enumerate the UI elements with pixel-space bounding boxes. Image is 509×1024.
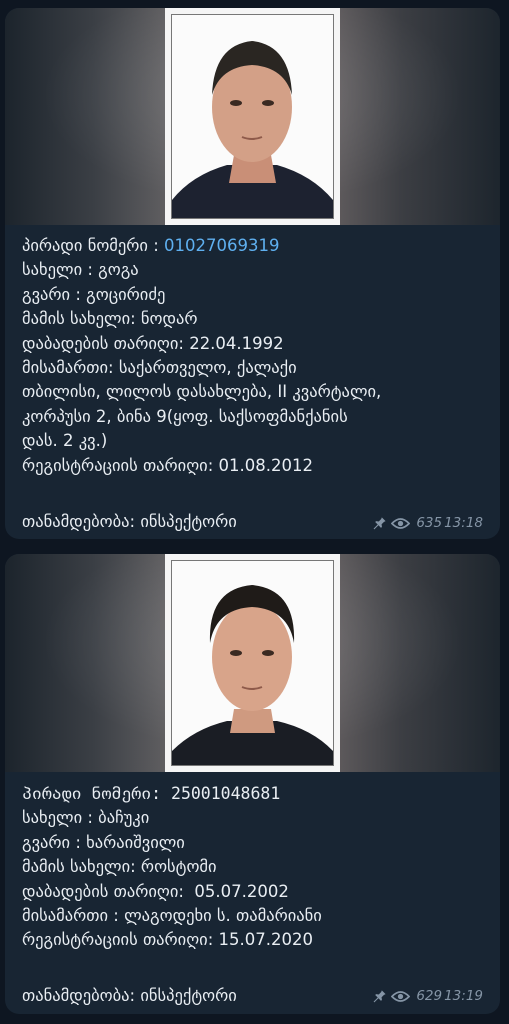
message-caption: პირადი ნომერი : 01027069319 სახელი : გოგ… [22,234,486,478]
eye-icon [391,990,411,1003]
personal-number-line: პირადი ნომერი: 25001048681 [22,784,281,803]
portrait-photo [172,561,333,765]
surname-line: გვარი : ხარაიშვილი [22,832,185,852]
pin-icon [372,989,387,1004]
address-line: მისამართი: საქართველო, ქალაქი [22,358,297,378]
id-photo-frame [171,560,334,766]
message-photo[interactable] [5,554,500,772]
personal-number-line: პირადი ნომერი : 01027069319 [22,234,486,258]
position-line: თანამდებობა: ინსპექტორი [22,512,237,531]
registration-date-line: რეგისტრაციის თარიღი: 01.08.2012 [22,455,313,475]
message-caption: პირადი ნომერი: 25001048681 სახელი : ბაჩუ… [22,782,486,953]
surname-line: გვარი : გოცირიძე [22,284,166,304]
name-line: სახელი : ბაჩუკი [22,808,150,828]
id-photo[interactable] [165,8,340,225]
father-name-line: მამის სახელი: ნოდარ [22,309,198,329]
pin-icon [372,516,387,531]
message-bubble[interactable]: პირადი ნომერი : 01027069319 სახელი : გოგ… [5,8,500,539]
birth-date-line: დაბადების თარიღი: 22.04.1992 [22,333,284,353]
channel-feed: პირადი ნომერი : 01027069319 სახელი : გოგ… [0,0,509,1024]
father-name-line: მამის სახელი: როსტომი [22,857,217,877]
message-time: 13:19 [444,988,483,1004]
address-line: კორპუსი 2, ბინა 9(ყოფ. საქსოფმანქანის [22,406,348,426]
address-line: მისამართი : ლაგოდეხი ს. თამარიანი [22,906,322,926]
message-time: 13:18 [444,515,483,531]
message-bubble[interactable]: პირადი ნომერი: 25001048681 სახელი : ბაჩუ… [5,554,500,1014]
eye-icon [391,517,411,530]
message-photo[interactable] [5,8,500,225]
message-meta: 635 13:18 [372,515,483,531]
address-line: თბილისი, ლილოს დასახლება, II კვარტალი, [22,382,382,402]
personal-number-label: პირადი ნომერი : [22,236,165,255]
portrait-photo [172,15,333,218]
birth-date-line: დაბადების თარიღი: 05.07.2002 [22,881,289,901]
id-photo[interactable] [165,554,340,772]
personal-number-link[interactable]: 01027069319 [164,236,279,255]
address-line: დას. 2 კვ.) [22,431,108,451]
position-line: თანამდებობა: ინსპექტორი [22,986,237,1005]
name-line: სახელი : გოგა [22,260,139,280]
message-meta: 629 13:19 [372,988,483,1004]
id-photo-frame [171,14,334,219]
view-count: 635 [416,515,443,531]
registration-date-line: რეგისტრაციის თარიღი: 15.07.2020 [22,930,313,950]
view-count: 629 [416,988,443,1004]
